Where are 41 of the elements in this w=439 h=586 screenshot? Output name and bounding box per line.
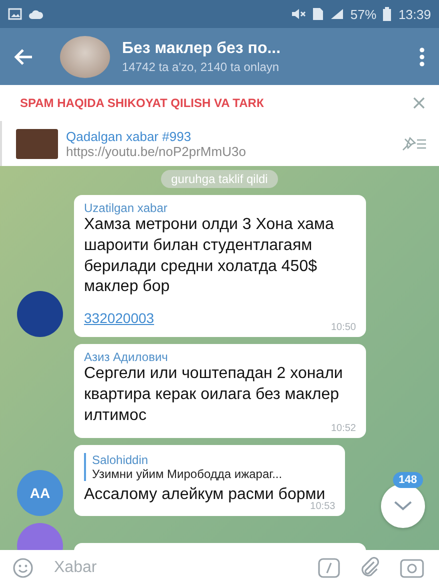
reply-name: Salohiddin: [92, 452, 150, 467]
battery-icon: [382, 7, 392, 21]
message-time: 10:50: [330, 322, 356, 334]
close-icon: [413, 97, 425, 109]
more-icon: [419, 46, 425, 66]
image-icon: [8, 8, 22, 20]
photo-placeholder: [16, 128, 58, 158]
pinned-message-bar[interactable]: Qadalgan xabar #993 https://youtu.be/noP2prMmU3o: [0, 121, 439, 166]
battery-percent: 57%: [350, 6, 376, 22]
command-icon[interactable]: [317, 557, 341, 579]
sender-name[interactable]: Азиз Адилович: [84, 350, 356, 364]
member-count: 14742 ta a'zo, 2140 ta onlayn: [122, 60, 280, 74]
pinned-title: Qadalgan xabar #993: [66, 128, 192, 144]
paperclip-icon[interactable]: [359, 557, 381, 579]
service-message: guruhga taklif qildi: [161, 170, 278, 188]
reply-text: Узимни уйим Мирободда ижараг...: [92, 466, 284, 481]
chevron-down-icon: [394, 501, 412, 511]
report-spam-link[interactable]: SPAM HAQIDA SHIKOYAT QILISH VA TARК: [20, 96, 264, 110]
message-text: Хамза метрони олди 3 Хона хама шароити билан студентлагаям берилади средни холатда 450$ маклер бор: [84, 215, 335, 298]
user-avatar[interactable]: [17, 291, 63, 338]
chat-title[interactable]: Без маклер без по...: [122, 40, 281, 58]
message-text: Ассалому алейкум расми борми: [84, 484, 326, 503]
group-avatar[interactable]: [60, 36, 110, 78]
sim-icon: [312, 7, 324, 21]
cloud-icon: [28, 8, 44, 20]
back-arrow-icon: [14, 48, 34, 66]
message-time: 10:52: [330, 422, 356, 434]
emoji-icon[interactable]: [12, 557, 34, 579]
forwarded-label: Uzatilgan xabar: [84, 201, 168, 215]
signal-icon: [330, 8, 344, 20]
scroll-down-button[interactable]: [381, 484, 425, 528]
camera-icon[interactable]: [399, 557, 425, 579]
mute-icon: [290, 8, 306, 20]
user-avatar[interactable]: AA: [17, 470, 63, 516]
reply-quote[interactable]: Salohiddin Узимни уйим Мирободда ижараг...: [84, 452, 336, 481]
pin-list-icon[interactable]: [401, 136, 427, 152]
unread-count-badge: 148: [392, 472, 423, 488]
clock-time: 13:39: [398, 6, 431, 22]
message-text: Сергели или чоштепадан 2 хонали квартира керак оилага без маклер илтимос: [84, 364, 344, 424]
pinned-link: https://youtu.be/noP2prMmU3o: [66, 144, 247, 158]
message-time: 10:53: [310, 501, 336, 512]
